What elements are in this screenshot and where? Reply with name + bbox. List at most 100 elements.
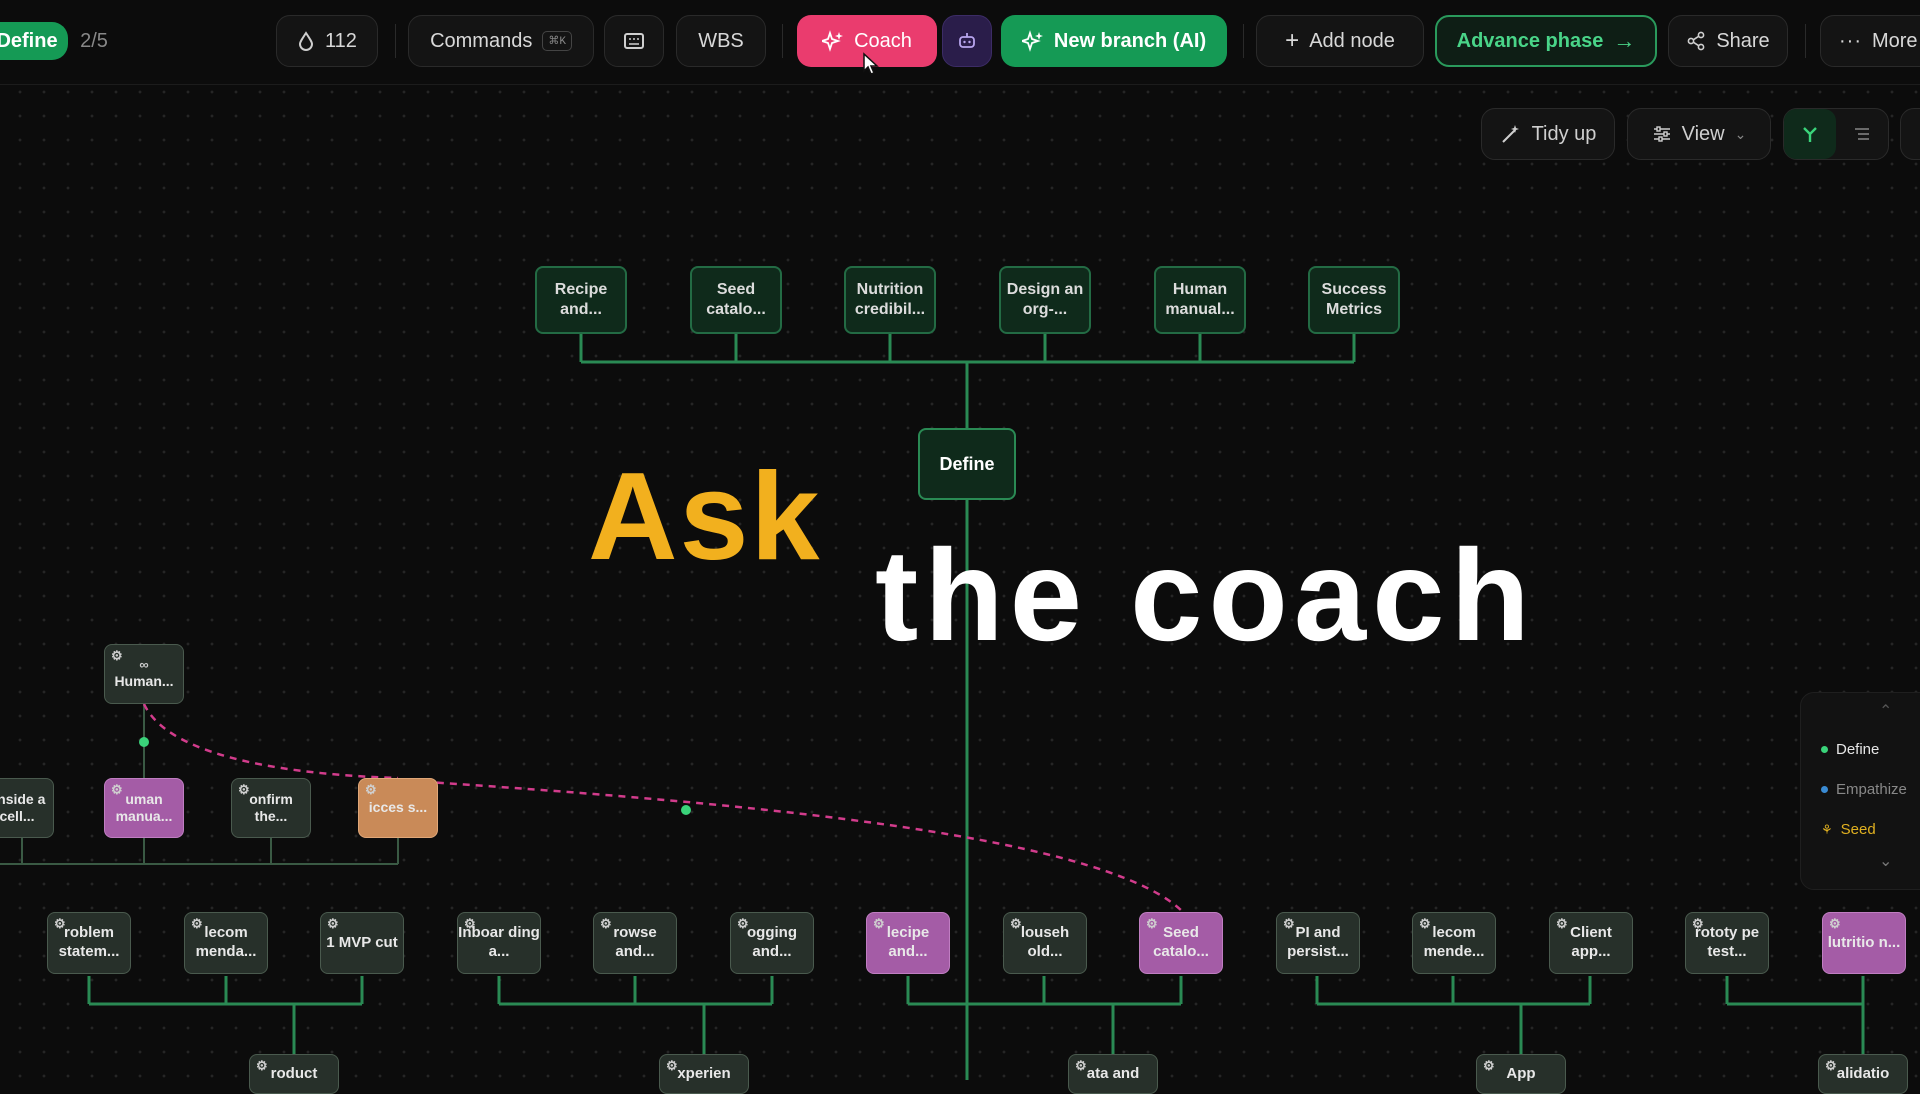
gear-icon: ⚙ [256,1058,268,1073]
tree-node[interactable]: Design an org-... [999,266,1091,334]
chevron-up-icon[interactable]: ⌃ [1879,701,1892,721]
more-dots-icon: ··· [1839,29,1862,52]
gear-icon: ⚙ [1283,916,1295,931]
add-node-button[interactable]: + Add node [1256,15,1424,67]
share-button[interactable]: Share [1668,15,1788,67]
add-node-label: Add node [1309,29,1395,52]
gear-icon: ⚙ [464,916,476,931]
phase-item-define[interactable]: Define [1821,741,1879,758]
tree-node[interactable]: ⚙ icces s... [358,778,438,838]
node-label: Recipe and... [554,281,608,318]
tree-node[interactable]: ⚙ Inboar ding a... [457,912,541,974]
more-button[interactable]: ··· More [1820,15,1920,67]
advance-phase-button[interactable]: Advance phase → [1435,15,1657,67]
separator [1243,24,1244,58]
node-label: roduct [270,1065,318,1082]
extra-toggle[interactable] [1900,108,1920,160]
phase-item-seed[interactable]: ⚘ Seed [1821,821,1876,838]
gear-icon: ⚙ [1556,916,1568,931]
tree-node[interactable]: Recipe and... [535,266,627,334]
sliders-icon [1652,124,1672,144]
gear-icon: ⚙ [365,782,377,797]
top-toolbar: Define 2/5 112 Commands ⌘K WBS Coach New… [0,0,1920,85]
tidy-up-button[interactable]: Tidy up [1481,108,1615,160]
tree-node[interactable]: ⚙ roduct [249,1054,339,1094]
commands-button[interactable]: Commands ⌘K [408,15,594,67]
tidy-label: Tidy up [1531,122,1597,145]
tree-node[interactable]: ⚙ App [1476,1054,1566,1094]
root-node-define[interactable]: Define [918,428,1016,500]
tree-node[interactable]: ⚙ xperien [659,1054,749,1094]
gear-icon: ⚙ [1692,916,1704,931]
plus-icon: + [1285,27,1300,54]
gear-icon: ⚙ [1829,916,1841,931]
caption-ask: Ask [588,448,822,586]
view-dropdown[interactable]: View ⌄ [1627,108,1771,160]
link-icon: ∞ [139,657,149,673]
wbs-button[interactable]: WBS [676,15,766,67]
tree-node[interactable]: ⚙ louseh old... [1003,912,1087,974]
phase-label: Define [1836,741,1880,758]
gear-icon: ⚙ [111,782,123,797]
phase-badge[interactable]: Define [0,22,68,60]
tree-node[interactable]: Success Metrics [1308,266,1400,334]
gear-icon: ⚙ [1419,916,1431,931]
tree-node[interactable]: Seed catalo... [690,266,782,334]
drop-icon [297,31,315,51]
new-branch-ai-button[interactable]: New branch (AI) [1001,15,1227,67]
node-label: Human... [114,673,174,690]
tree-node[interactable]: ⚙ alidatio [1818,1054,1908,1094]
gear-icon: ⚙ [1075,1058,1087,1073]
node-label: icces s... [368,799,428,816]
tree-node[interactable]: ⚙ onfirm the... [231,778,311,838]
credits-count: 112 [325,29,357,52]
node-label: Define [939,453,995,474]
phase-item-empathize[interactable]: Empathize [1821,781,1907,798]
tree-node[interactable]: ⚙ roblem statem... [47,912,131,974]
gear-icon: ⚙ [327,916,339,931]
wbs-label: WBS [698,29,744,52]
node-label: ata and [1086,1065,1140,1082]
node-label: Human manual... [1165,281,1235,318]
node-label: alidatio [1836,1065,1890,1082]
advance-phase-label: Advance phase [1456,29,1604,52]
tree-node[interactable]: ⚙ ata and [1068,1054,1158,1094]
commands-shortcut: ⌘K [542,31,572,51]
tree-node[interactable]: ⚙ lecom menda... [184,912,268,974]
node-label: xperien [677,1065,731,1082]
tree-node[interactable]: ⚙ rowse and... [593,912,677,974]
tree-node[interactable]: ⚙ rototy pe test... [1685,912,1769,974]
separator [395,24,396,58]
tree-node[interactable]: ⚙ lutritio n... [1822,912,1906,974]
tree-node[interactable]: ⚙ ∞ Human... [104,644,184,704]
tree-node[interactable]: ⚙ uman manua... [104,778,184,838]
phase-badge-label: Define [0,29,58,52]
tree-node[interactable]: ⚙ lecom mende... [1412,912,1496,974]
list-icon [1852,124,1872,144]
list-view-button[interactable] [1836,109,1888,159]
keyboard-button[interactable] [604,15,664,67]
node-label: lutritio n... [1827,933,1901,951]
chevron-down-icon[interactable]: ⌄ [1879,851,1892,871]
credits-button[interactable]: 112 [276,15,378,67]
phase-legend-panel: ⌃ Define Empathize ⚘ Seed ⌄ [1800,692,1920,890]
tree-node[interactable]: ⚙ 1 MVP cut [320,912,404,974]
tree-node[interactable]: ⚙ ogging and... [730,912,814,974]
tree-node[interactable]: Human manual... [1154,266,1246,334]
seedling-icon: ⚘ [1821,821,1833,837]
sparkle-icon [822,30,844,52]
node-label: onside a cell... [0,790,46,825]
layout-toggle [1783,108,1889,160]
gear-icon: ⚙ [1146,916,1158,931]
tree-node[interactable]: ⚙ Seed catalo... [1139,912,1223,974]
tree-node[interactable]: ⚙ PI and persist... [1276,912,1360,974]
bot-button[interactable] [942,15,992,67]
tree-node[interactable]: ⚙ Client app... [1549,912,1633,974]
tree-node[interactable]: Nutrition credibil... [844,266,936,334]
gear-icon: ⚙ [1483,1058,1495,1073]
tree-node[interactable]: ⚙ lecipe and... [866,912,950,974]
tree-node[interactable]: onside a cell... [0,778,54,838]
view-label: View [1681,122,1725,145]
gear-icon: ⚙ [600,916,612,931]
tree-view-button[interactable] [1784,109,1836,159]
